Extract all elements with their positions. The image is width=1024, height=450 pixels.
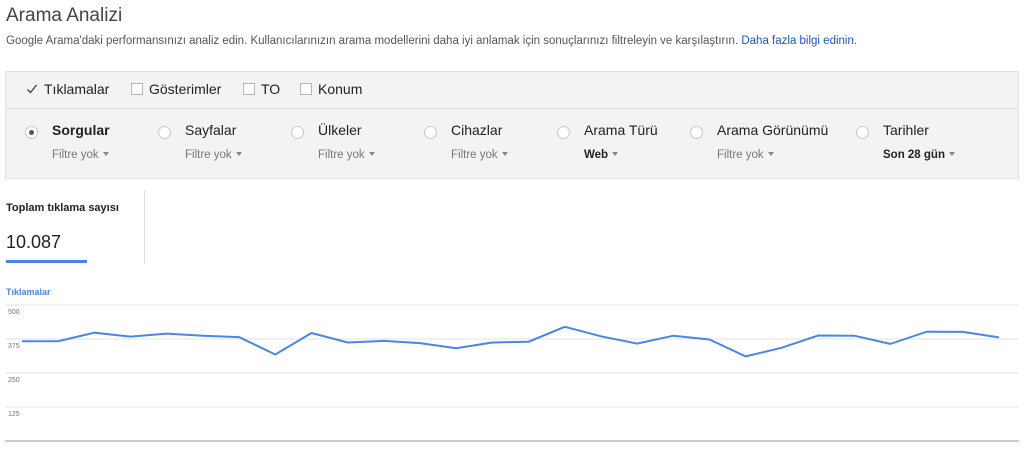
dimension-filter-dropdown[interactable]: Filtre yok <box>717 149 774 161</box>
radio-button <box>291 126 304 139</box>
dimension-label: Sorgular <box>52 122 110 138</box>
total-clicks-label: Toplam tıklama sayısı <box>6 202 119 214</box>
filter-panel: Tıklamalar Gösterimler TO Konum Sorgular… <box>5 71 1019 179</box>
metric-label: Konum <box>318 81 363 97</box>
metric-impressions-checkbox[interactable]: Gösterimler <box>131 81 221 97</box>
caret-down-icon <box>948 151 955 156</box>
caret-down-icon <box>501 151 508 156</box>
dimension-filter-dropdown[interactable]: Son 28 gün <box>883 149 955 161</box>
caret-down-icon <box>612 151 619 156</box>
page-title: Arama Analizi <box>6 5 123 26</box>
radio-button <box>424 126 437 139</box>
filter-text: Son 28 gün <box>883 149 945 161</box>
radio-button <box>690 126 703 139</box>
radio-button <box>25 126 38 139</box>
dimension-filter-dropdown[interactable]: Filtre yok <box>318 149 375 161</box>
y-tick-label: 125 <box>8 411 20 418</box>
dimension-filter-dropdown[interactable]: Filtre yok <box>451 149 508 161</box>
y-tick-label: 500 <box>8 309 20 316</box>
total-clicks-value: 10.087 <box>6 232 62 252</box>
metric-label: Tıklamalar <box>44 81 110 97</box>
dimension-filter-dropdown[interactable]: Filtre yok <box>52 149 109 161</box>
metric-position-checkbox[interactable]: Konum <box>300 81 362 97</box>
caret-down-icon <box>368 151 375 156</box>
total-clicks-card[interactable]: Toplam tıklama sayısı 10.087 <box>0 190 145 264</box>
chart-grid <box>5 304 1019 442</box>
dimension-label: Arama Türü <box>584 122 658 138</box>
dimension-filter-dropdown[interactable]: Filtre yok <box>185 149 242 161</box>
checkbox-box <box>131 83 143 95</box>
dimension-label: Arama Görünümü <box>717 122 829 138</box>
dimension-label: Ülkeler <box>318 122 362 138</box>
metric-label: TO <box>261 81 281 97</box>
dimension-label: Tarihler <box>883 122 929 138</box>
filter-text: Filtre yok <box>717 149 764 161</box>
caret-down-icon <box>102 151 109 156</box>
dimension-label: Sayfalar <box>185 122 237 138</box>
radio-button <box>158 126 171 139</box>
check-icon <box>27 84 38 94</box>
description-text: Google Arama'daki performansınızı analiz… <box>6 35 739 47</box>
caret-down-icon <box>235 151 242 156</box>
y-tick-label: 250 <box>8 377 20 384</box>
metric-ctr-checkbox[interactable]: TO <box>243 81 280 97</box>
filter-text: Filtre yok <box>451 149 498 161</box>
dimension-filter-dropdown[interactable]: Web <box>584 149 619 161</box>
filter-text: Web <box>584 149 609 161</box>
chart-series-label: Tıklamalar <box>6 287 51 297</box>
page-description: Google Arama'daki performansınızı analiz… <box>6 35 857 47</box>
filter-text: Filtre yok <box>185 149 232 161</box>
active-metric-underline <box>6 260 87 263</box>
radio-button <box>856 126 869 139</box>
checkbox-box <box>300 83 312 95</box>
metric-clicks-checkbox[interactable]: Tıklamalar <box>26 81 109 97</box>
checkbox-box <box>243 83 255 95</box>
metric-label: Gösterimler <box>149 81 222 97</box>
metric-selector: Tıklamalar Gösterimler TO Konum <box>6 72 1018 109</box>
clicks-line-chart: 500 375 250 125 <box>5 304 1019 442</box>
radio-button <box>557 126 570 139</box>
chart-y-ticks: 500 375 250 125 <box>8 309 20 418</box>
filter-text: Filtre yok <box>318 149 365 161</box>
dimension-label: Cihazlar <box>451 122 503 138</box>
caret-down-icon <box>767 151 774 156</box>
learn-more-link[interactable]: Daha fazla bilgi edinin. <box>741 35 857 47</box>
clicks-series-line <box>22 325 1000 358</box>
y-tick-label: 375 <box>8 343 20 350</box>
filter-text: Filtre yok <box>52 149 99 161</box>
